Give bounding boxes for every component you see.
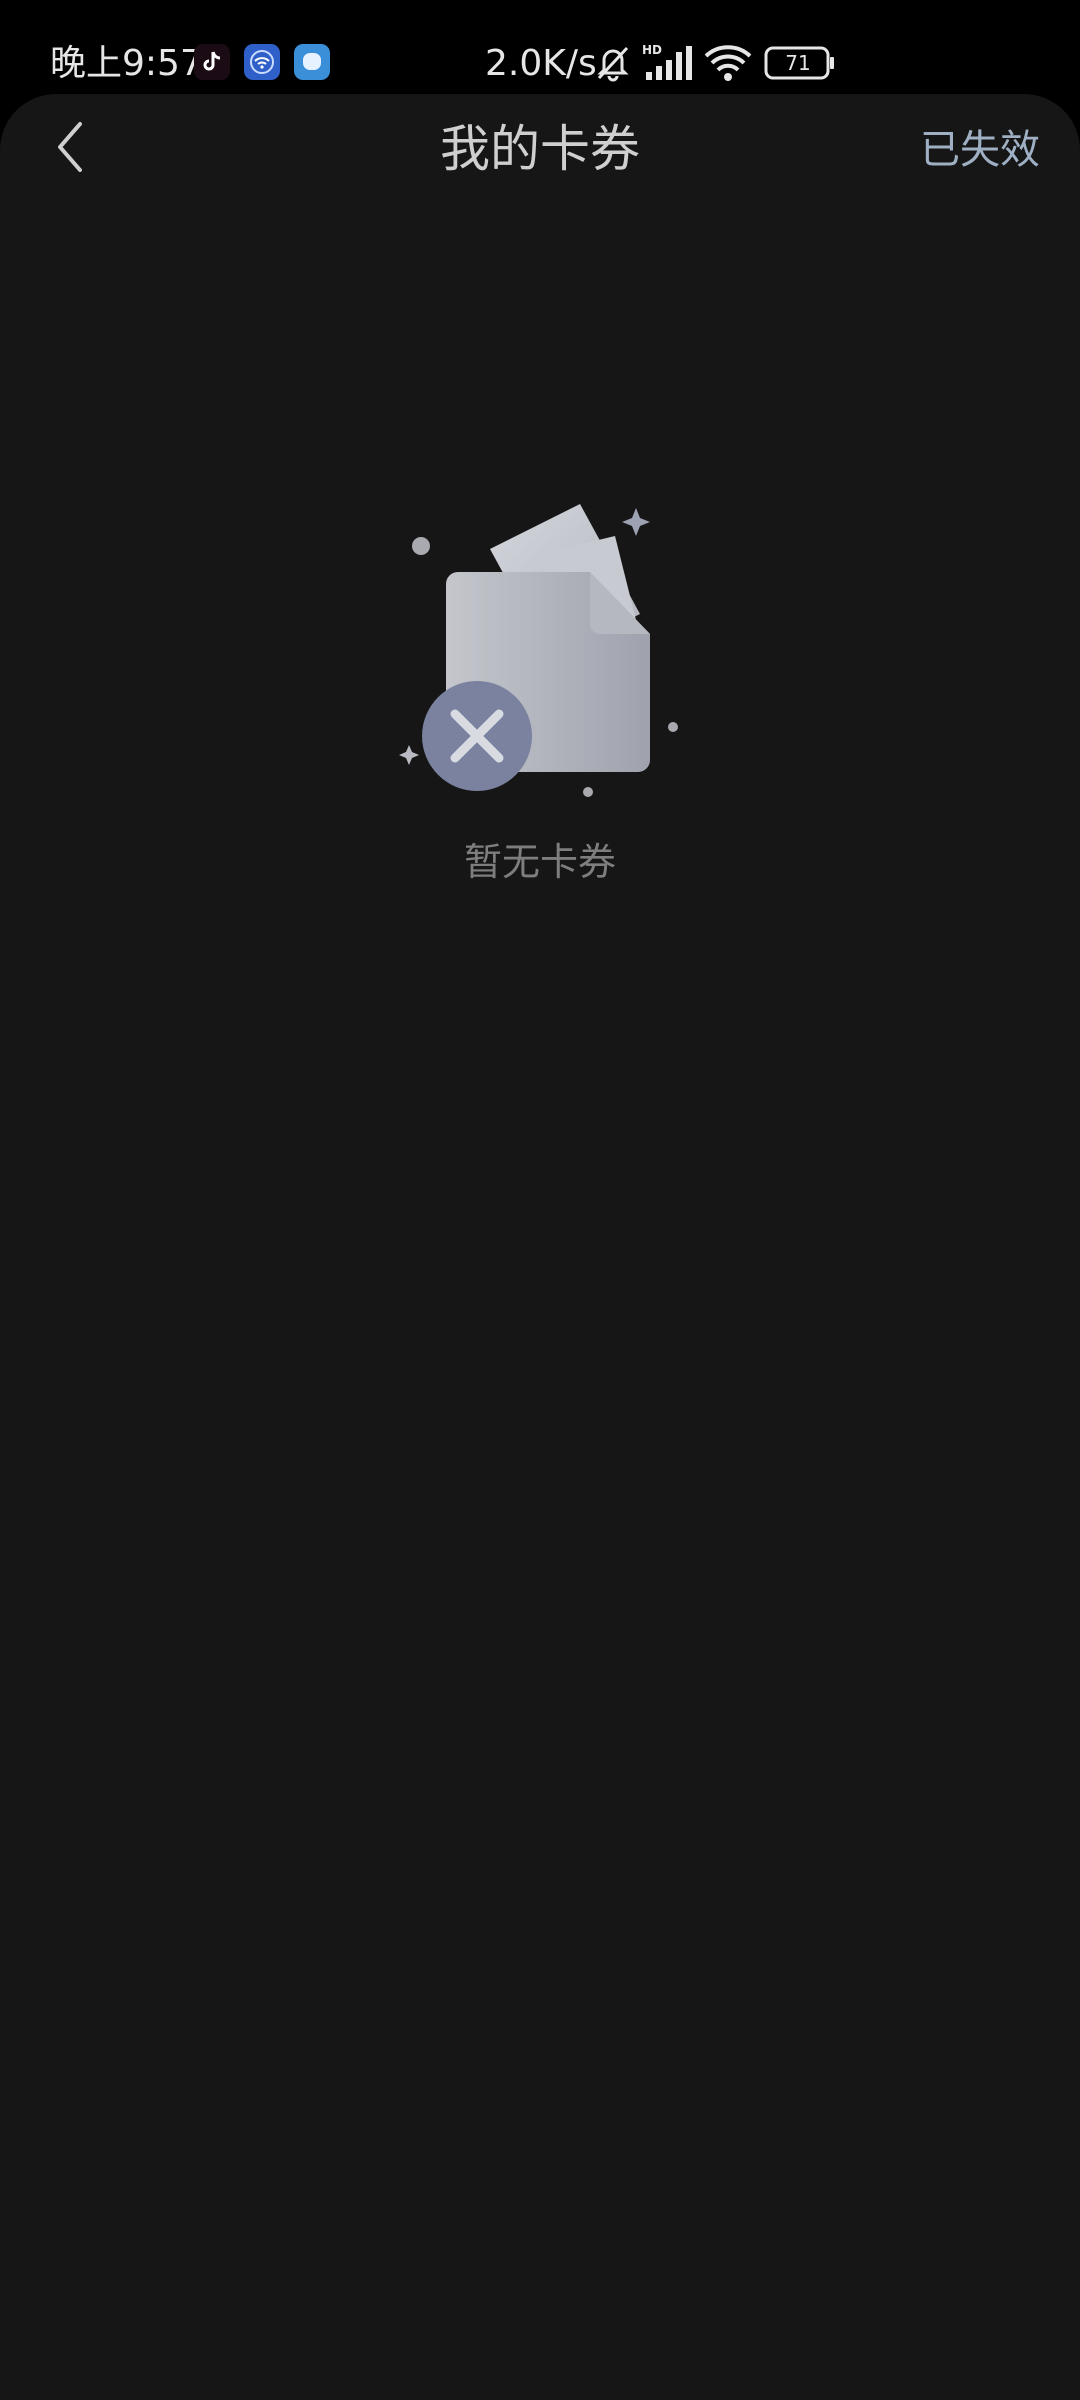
back-button[interactable] <box>40 114 110 184</box>
expired-cards-button[interactable]: 已失效 <box>920 122 1040 178</box>
wifi-app-icon <box>244 44 280 80</box>
page-title: 我的卡券 <box>440 120 640 178</box>
status-bar: 晚上9:57 2.0K/s HD 71 <box>0 0 1080 96</box>
svg-text:HD: HD <box>642 43 662 57</box>
empty-cards-illustration <box>380 474 700 814</box>
mute-bell-icon <box>594 42 632 82</box>
chevron-left-icon <box>58 122 82 172</box>
empty-state-message: 暂无卡券 <box>463 840 616 884</box>
tiktok-icon <box>194 44 230 80</box>
status-time: 晚上9:57 <box>50 43 203 84</box>
sparkle-dot <box>412 537 430 555</box>
hd-signal-icon: HD <box>640 42 696 82</box>
network-speed: 2.0K/s <box>485 43 597 84</box>
page-sheet: 我的卡券 已失效 暂无卡券 <box>0 94 1080 2400</box>
battery-level: 71 <box>785 51 811 75</box>
wifi-icon <box>704 44 752 82</box>
nav-bar: 我的卡券 已失效 <box>0 94 1080 204</box>
chat-bubble-app-icon <box>294 44 330 80</box>
